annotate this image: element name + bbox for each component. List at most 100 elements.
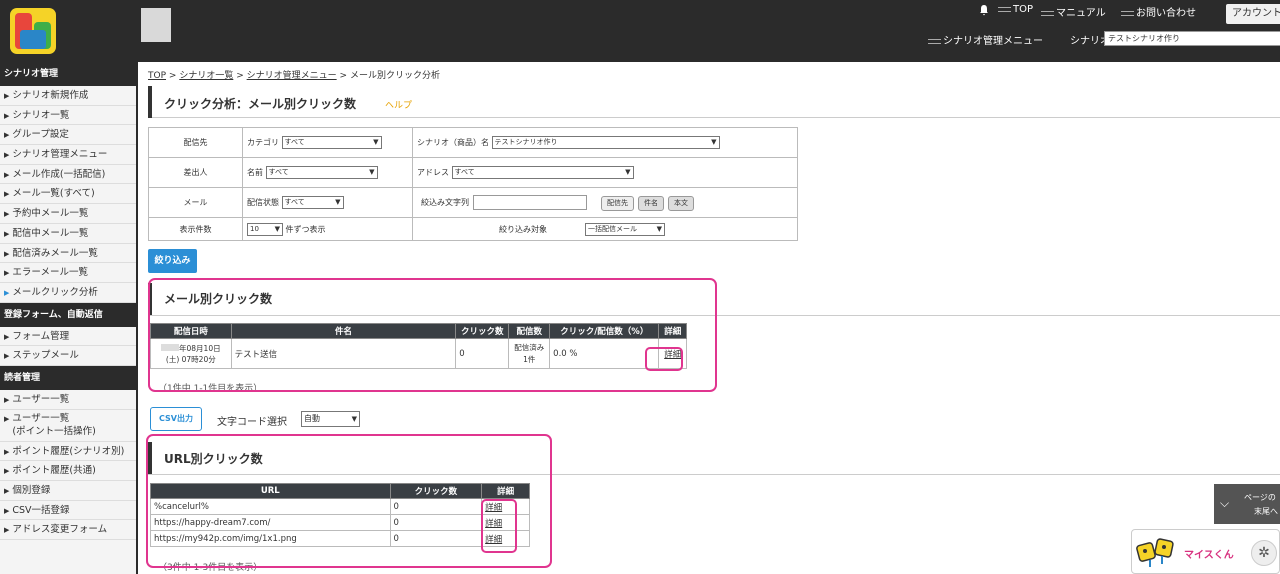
search-input[interactable]: [473, 194, 587, 210]
top-header: TOP マニュアル お問い合わせ アカウント シナリオ管理メニュー シナリオ テ…: [0, 0, 1280, 62]
count-value: 10: [250, 224, 259, 233]
sidebar-item-label: メール一覧(すべて): [12, 188, 95, 200]
sidebar-item[interactable]: ▶ メールクリック分析: [0, 283, 136, 303]
openai-icon[interactable]: ✲: [1251, 540, 1277, 566]
account-button[interactable]: アカウント: [1226, 4, 1280, 24]
filter-subject-button[interactable]: 件名: [638, 195, 664, 211]
sidebar-item-label: シナリオ新規作成: [12, 90, 89, 101]
chevron-down-icon: ▼: [711, 138, 717, 146]
scroll-label-1: ページの: [1244, 493, 1276, 502]
page-title-bar: クリック分析：メール別クリック数 ヘルプ: [148, 86, 1280, 118]
chevron-down-icon: ▼: [351, 415, 357, 423]
sidebar-item-label: ステップメール: [12, 350, 79, 362]
sidebar-item[interactable]: ▶ ユーザー一覧 (ポイント一括操作): [0, 410, 136, 442]
sidebar-item[interactable]: ▶ メール一覧(すべて): [0, 184, 136, 205]
nav-contact-link[interactable]: お問い合わせ: [1121, 4, 1196, 19]
chevron-down-icon: ▼: [335, 198, 341, 206]
triangle-icon: ▶: [4, 229, 10, 238]
apply-filter-button[interactable]: 絞り込み: [148, 249, 197, 273]
scenario-name-select[interactable]: テストシナリオ作り ▼: [491, 136, 720, 149]
highlight-box: [645, 347, 683, 371]
status-select[interactable]: すべて ▼: [281, 196, 344, 209]
sender-name-label: 名前: [247, 168, 263, 177]
highlight-box: [148, 278, 717, 392]
chevron-down-icon: ▼: [656, 224, 662, 233]
sidebar-item[interactable]: ▶ フォーム管理: [0, 327, 136, 347]
help-link[interactable]: ヘルプ: [385, 98, 412, 111]
bell-icon[interactable]: [978, 4, 990, 16]
sidebar-item-label: メール作成(一括配信): [12, 168, 106, 180]
chat-label: マイスくん: [1184, 550, 1234, 561]
filter-body-button[interactable]: 本文: [668, 195, 694, 211]
triangle-icon: ▶: [4, 190, 10, 199]
triangle-icon: ▶: [4, 352, 10, 361]
count-select[interactable]: 10 ▼: [247, 222, 283, 236]
sidebar-item[interactable]: ▶ シナリオ新規作成: [0, 86, 136, 106]
scenario-menu-label: シナリオ管理メニュー: [943, 36, 1043, 47]
sidebar-item[interactable]: ▶ ユーザー一覧: [0, 390, 136, 410]
triangle-icon: ▶: [4, 151, 10, 160]
charset-select[interactable]: 自動 ▼: [301, 411, 360, 427]
sidebar-item[interactable]: ▶ アドレス変更フォーム: [0, 520, 136, 541]
sidebar-item-label: 配信中メール一覧: [12, 227, 89, 239]
category-select[interactable]: すべて ▼: [281, 136, 382, 149]
filter-label: 配信先: [148, 127, 243, 158]
filter-dest-button[interactable]: 配信先: [601, 195, 634, 211]
triangle-icon: ▶: [4, 487, 10, 495]
crumb-sep: >: [236, 71, 244, 81]
status-value: すべて: [284, 198, 305, 206]
triangle-icon: ▶: [4, 506, 10, 515]
sidebar-item[interactable]: ▶ CSV一括登録: [0, 501, 136, 521]
csv-export-button[interactable]: CSV出力: [150, 407, 202, 431]
sidebar-item[interactable]: ▶ シナリオ一覧: [0, 106, 136, 126]
sidebar-item[interactable]: ▶ メール作成(一括配信): [0, 165, 136, 185]
crumb-list[interactable]: シナリオ一覧: [179, 71, 233, 81]
crumb-top[interactable]: TOP: [148, 71, 166, 81]
arrow-icon: [1121, 10, 1134, 16]
scenario-menu-link[interactable]: シナリオ管理メニュー: [928, 32, 1043, 47]
page-title: クリック分析：メール別クリック数: [164, 97, 357, 111]
sidebar: シナリオ管理 ▶ シナリオ新規作成 ▶ シナリオ一覧 ▶ グループ設定 ▶ シナリオ管理メニュー…: [0, 62, 138, 574]
sidebar-item-label: 個別登録: [12, 485, 51, 496]
sidebar-item[interactable]: ▶ シナリオ管理メニュー: [0, 145, 136, 165]
sidebar-item-label: ユーザー一覧: [12, 393, 70, 405]
scroll-to-bottom-button[interactable]: ⌵ ページの 末尾へ: [1214, 484, 1280, 524]
crumb-current: メール別クリック分析: [349, 71, 440, 81]
sidebar-item[interactable]: ▶ 個別登録: [0, 481, 136, 501]
sidebar-item[interactable]: ▶ グループ設定: [0, 125, 136, 146]
nav-top-label: TOP: [1013, 4, 1034, 15]
arrow-icon: [998, 6, 1011, 12]
crumb-sep: >: [339, 71, 348, 81]
sidebar-item[interactable]: ▶ ポイント履歴(共通): [0, 461, 136, 481]
triangle-icon: ▶: [4, 111, 10, 120]
sidebar-item-label: ユーザー一覧 (ポイント一括操作): [12, 412, 96, 437]
category-label: カテゴリ: [247, 138, 279, 147]
scroll-label-2: 末尾へ: [1254, 507, 1278, 516]
target-select[interactable]: 一括配信メール ▼: [585, 222, 665, 236]
sidebar-item[interactable]: ▶ ステップメール: [0, 346, 136, 366]
sender-name-select[interactable]: すべて ▼: [265, 166, 378, 179]
sidebar-item[interactable]: ▶ 配信済みメール一覧: [0, 244, 136, 264]
chat-widget[interactable]: マイスくん ✲: [1131, 529, 1280, 574]
triangle-icon: ▶: [4, 210, 10, 219]
nav-manual-link[interactable]: マニュアル: [1041, 4, 1106, 19]
scenario-select-value: テストシナリオ作り: [1108, 34, 1180, 43]
highlight-box: [481, 499, 517, 553]
nav-manual-label: マニュアル: [1056, 8, 1106, 19]
sidebar-item[interactable]: ▶ 予約中メール一覧: [0, 204, 136, 224]
crumb-menu[interactable]: シナリオ管理メニュー: [247, 71, 337, 81]
sidebar-item-label: 予約中メール一覧: [12, 208, 89, 220]
scenario-name-value: テストシナリオ作り: [494, 138, 558, 146]
breadcrumb: TOP > シナリオ一覧 > シナリオ管理メニュー > メール別クリック分析: [148, 68, 440, 81]
app-logo[interactable]: [10, 8, 56, 54]
chevron-down-icon: ▼: [373, 138, 379, 146]
address-select[interactable]: すべて ▼: [451, 166, 634, 179]
scenario-select[interactable]: テストシナリオ作り: [1104, 31, 1280, 46]
sidebar-item[interactable]: ▶ 配信中メール一覧: [0, 224, 136, 244]
sidebar-item[interactable]: ▶ エラーメール一覧: [0, 263, 136, 283]
sidebar-item[interactable]: ▶ ポイント履歴(シナリオ別): [0, 442, 136, 462]
triangle-icon: ▶: [4, 526, 10, 535]
target-value: 一括配信メール: [588, 224, 637, 233]
filter-label: メール: [148, 187, 243, 218]
nav-top-link[interactable]: TOP: [998, 4, 1033, 15]
